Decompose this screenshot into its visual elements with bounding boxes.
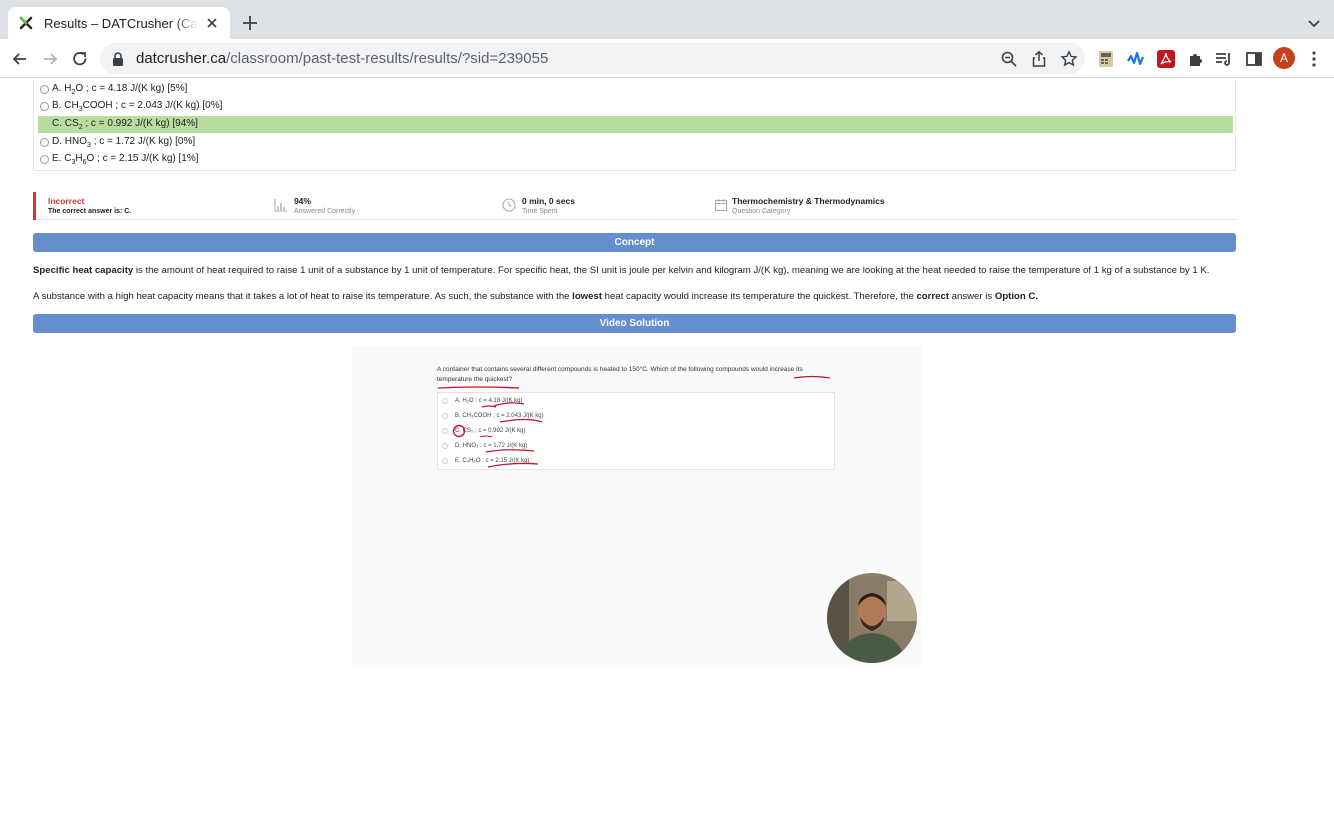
underline-annotation: [437, 386, 520, 389]
incorrect-indicator: [33, 192, 36, 220]
video-answer-choices: A. H₂O ; c = 4.18 J/(K kg) B. CH₃COOH ; …: [437, 392, 835, 470]
reload-icon[interactable]: [70, 49, 90, 69]
answer-text: C. CS2 ; c = 0.992 J/(K kg) [94%]: [52, 118, 198, 131]
video-solution-header: Video Solution: [33, 314, 1236, 333]
tab-title: Results – DATCrusher (Canadian: [44, 15, 198, 31]
answer-text: D. HNO3 ; c = 1.72 J/(K kg) [0%]: [52, 136, 196, 149]
calendar-icon: [714, 199, 728, 212]
percent-correct: 94%: [294, 196, 312, 206]
concept-header: Concept: [33, 233, 1236, 252]
answer-text: B. CH3COOH ; c = 2.043 J/(K kg) [0%]: [52, 100, 223, 113]
lock-icon: [113, 51, 123, 66]
reading-list-icon[interactable]: [1214, 49, 1234, 69]
profile-avatar[interactable]: A: [1273, 47, 1295, 69]
presenter-webcam-avatar: [827, 573, 917, 663]
more-menu-icon[interactable]: [1304, 49, 1324, 69]
page-content: A. H2O ; c = 4.18 J/(K kg) [5%] B. CH3CO…: [0, 79, 1334, 834]
clock-icon: [502, 198, 516, 212]
video-question-text: A container that contains several differ…: [437, 366, 803, 383]
radio-button[interactable]: [40, 138, 49, 147]
answer-text: E. C3H6O ; c = 2.15 J/(K kg) [1%]: [52, 153, 199, 166]
question-category: Thermochemistry & Thermodynamics: [732, 196, 885, 206]
chevron-down-icon[interactable]: [1305, 14, 1323, 32]
time-spent: 0 min, 0 secs: [522, 196, 575, 206]
close-icon[interactable]: [204, 15, 220, 31]
address-bar[interactable]: datcrusher.ca/classroom/past-test-result…: [100, 43, 1085, 74]
video-player[interactable]: A container that contains several differ…: [352, 346, 922, 667]
answer-text: A. H2O ; c = 4.18 J/(K kg) [5%]: [52, 83, 188, 96]
radio-button[interactable]: [40, 155, 49, 164]
acrobat-extension-icon[interactable]: [1156, 49, 1176, 69]
share-icon[interactable]: [1030, 50, 1048, 68]
result-stats: Incorrect The correct answer is: C. 94% …: [33, 192, 1236, 220]
new-tab-icon[interactable]: [240, 13, 260, 33]
time-spent-label: Time Spent: [522, 208, 558, 215]
waveform-extension-icon[interactable]: [1126, 49, 1146, 69]
handwriting-annotations: [452, 402, 543, 468]
bar-chart-icon: [274, 199, 287, 212]
answer-choice-c-correct[interactable]: C. CS2 ; c = 0.992 J/(K kg) [94%]: [38, 116, 1233, 133]
url-text: datcrusher.ca/classroom/past-test-result…: [136, 50, 549, 67]
zoom-icon[interactable]: [1000, 50, 1018, 68]
answer-choice-a[interactable]: A. H2O ; c = 4.18 J/(K kg) [5%]: [38, 81, 1233, 98]
side-panel-icon[interactable]: [1244, 49, 1264, 69]
radio-button[interactable]: [40, 102, 49, 111]
question-category-label: Question Category: [732, 208, 791, 215]
concept-paragraph-2: A substance with a high heat capacity me…: [33, 291, 1039, 302]
calculator-extension-icon[interactable]: [1096, 49, 1116, 69]
tab-strip: Results – DATCrusher (Canadian: [0, 0, 1334, 39]
correct-answer-text: The correct answer is: C.: [48, 208, 132, 215]
underline-annotation: [793, 375, 831, 379]
answer-choice-b[interactable]: B. CH3COOH ; c = 2.043 J/(K kg) [0%]: [38, 98, 1233, 115]
answer-choice-e[interactable]: E. C3H6O ; c = 2.15 J/(K kg) [1%]: [38, 151, 1233, 168]
browser-toolbar: datcrusher.ca/classroom/past-test-result…: [0, 39, 1334, 78]
percent-correct-label: Answered Correctly: [294, 208, 356, 215]
back-arrow-icon[interactable]: [10, 49, 30, 69]
concept-paragraph-1: Specific heat capacity is the amount of …: [33, 265, 1210, 276]
forward-arrow-icon[interactable]: [40, 49, 60, 69]
answer-choice-d[interactable]: D. HNO3 ; c = 1.72 J/(K kg) [0%]: [38, 134, 1233, 151]
result-status: Incorrect: [48, 196, 85, 206]
extensions-puzzle-icon[interactable]: [1186, 49, 1206, 69]
bookmark-star-icon[interactable]: [1060, 50, 1078, 68]
datcrusher-favicon-icon: [19, 16, 33, 30]
answer-choices: A. H2O ; c = 4.18 J/(K kg) [5%] B. CH3CO…: [33, 79, 1236, 171]
radio-button[interactable]: [40, 85, 49, 94]
browser-tab[interactable]: Results – DATCrusher (Canadian: [8, 7, 230, 39]
